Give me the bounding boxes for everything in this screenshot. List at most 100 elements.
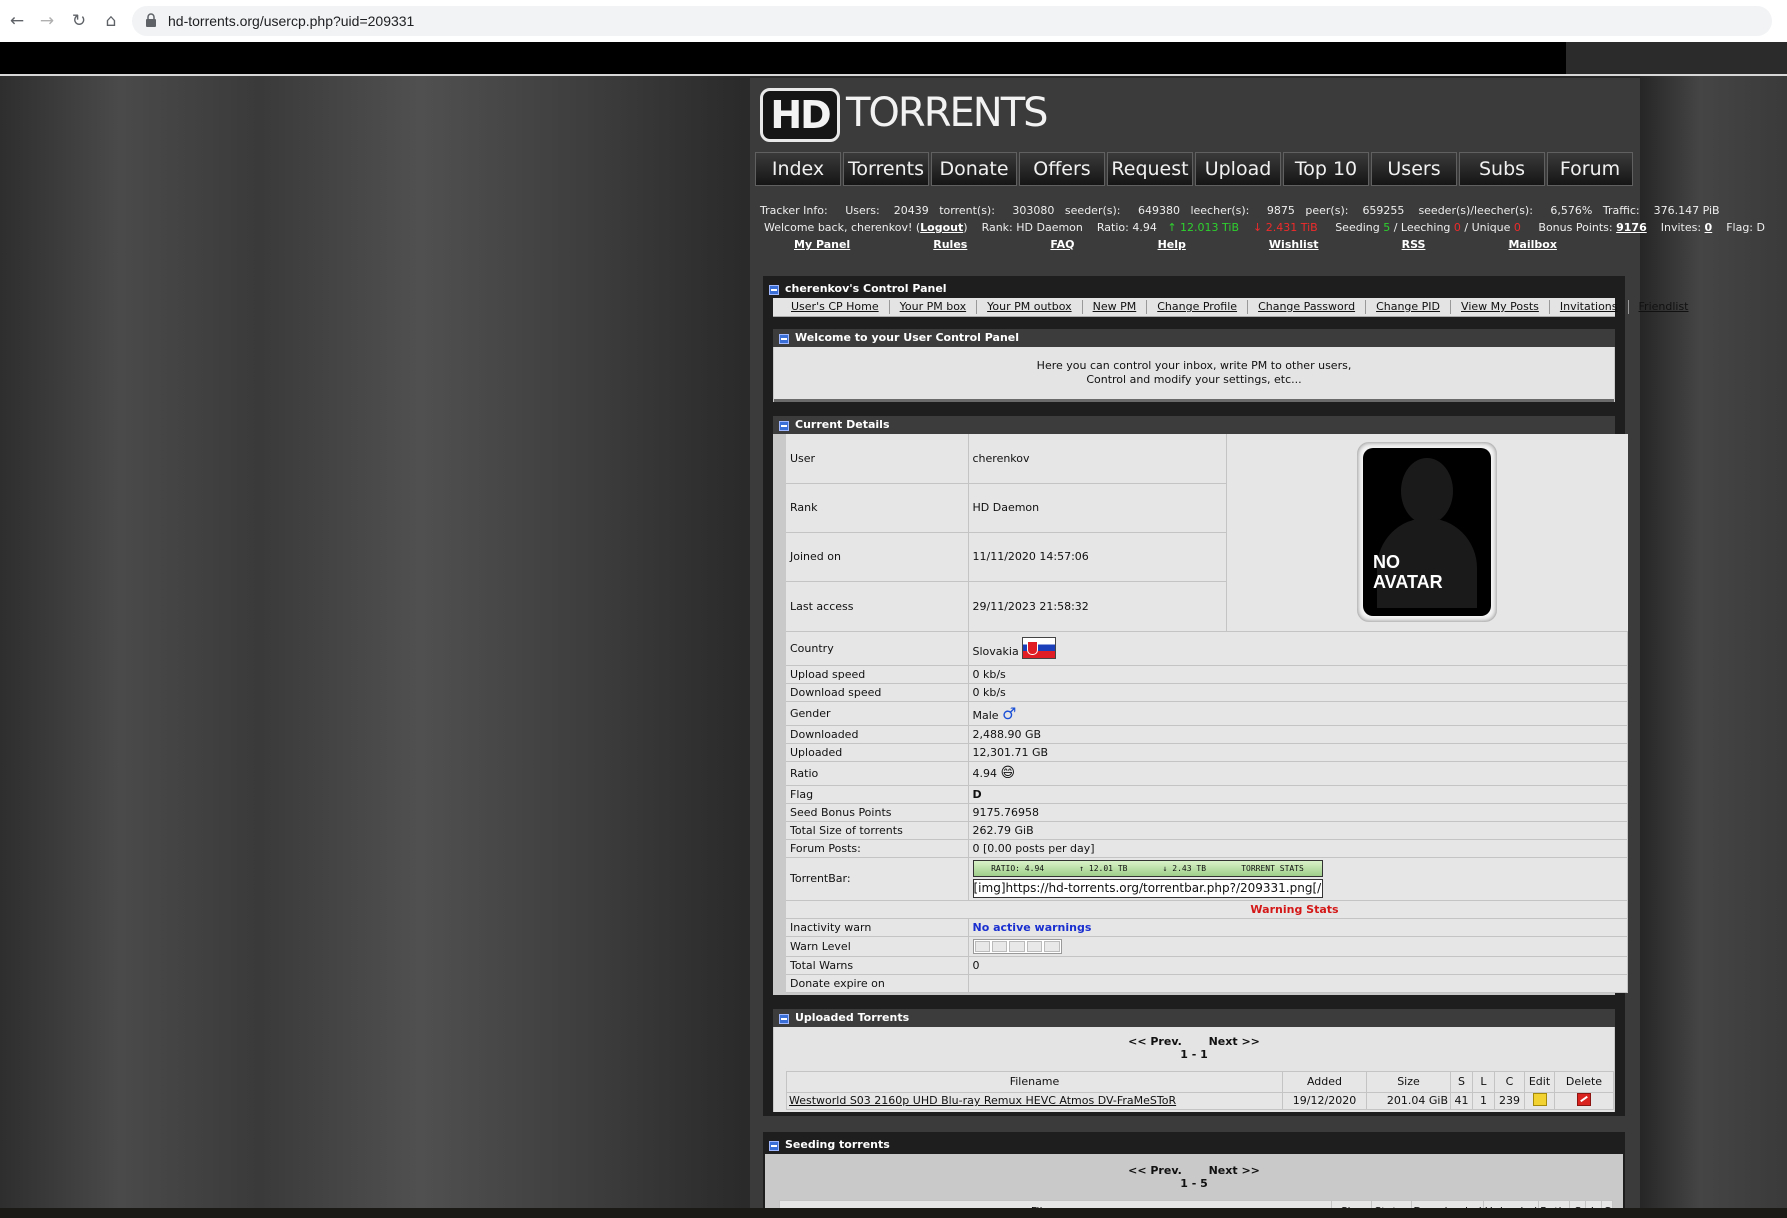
joined-value: 11/11/2020 14:57:06 <box>968 532 1227 582</box>
torrentbar-down: ↓ 2.43 TB <box>1162 863 1207 873</box>
leeching-count: 0 <box>1453 221 1461 234</box>
donate-expire-value <box>968 974 1628 993</box>
torrent-added: 19/12/2020 <box>1282 1091 1367 1110</box>
col-added[interactable]: Added <box>1282 1070 1367 1093</box>
torrent-filename-link[interactable]: Westworld S03 2160p UHD Blu-ray Remux HE… <box>786 1091 1283 1110</box>
invites-link[interactable]: 0 <box>1705 221 1713 234</box>
col-seeders[interactable]: S <box>1450 1070 1473 1093</box>
address-bar[interactable]: hd-torrents.org/usercp.php?uid=209331 <box>132 6 1772 36</box>
table-row: User cherenkov NO AVATAR <box>786 434 1628 632</box>
nav-top10[interactable]: Top 10 <box>1283 152 1369 186</box>
bottom-strip <box>0 1208 1787 1218</box>
total-warns-value: 0 <box>968 956 1628 975</box>
logo-torrents: TORRENTS <box>846 90 1049 136</box>
tab-change-password[interactable]: Change Password <box>1248 300 1367 314</box>
link-rules[interactable]: Rules <box>933 236 967 253</box>
uploaded-torrents-table: Filename Added Size S L C Edit Delete We… <box>786 1070 1614 1110</box>
nav-forum[interactable]: Forum <box>1547 152 1633 186</box>
collapse-icon[interactable] <box>779 334 789 344</box>
reload-icon[interactable]: ↻ <box>68 10 90 32</box>
torrent-completed: 239 <box>1494 1091 1525 1110</box>
table-row: Upload speed 0 kb/s <box>786 665 1628 684</box>
current-details-header[interactable]: Current Details <box>773 416 1615 434</box>
link-wishlist[interactable]: Wishlist <box>1269 236 1319 253</box>
quick-links: My Panel Rules FAQ Help Wishlist RSS Mai… <box>760 236 1635 253</box>
seeders-label: seeder(s): <box>1064 204 1121 217</box>
tab-change-profile[interactable]: Change Profile <box>1147 300 1249 314</box>
table-row: Westworld S03 2160p UHD Blu-ray Remux HE… <box>786 1091 1614 1110</box>
next-link[interactable]: Next >> <box>1209 1164 1260 1177</box>
forward-icon[interactable]: → <box>36 10 58 32</box>
torrentbar-cell: RATIO: 4.94 ↑ 12.01 TB ↓ 2.43 TB TORRENT… <box>968 857 1628 901</box>
back-icon[interactable]: ← <box>6 10 28 32</box>
table-row: Donate expire on <box>786 974 1628 993</box>
prev-link[interactable]: << Prev. <box>1128 1035 1182 1048</box>
link-mailbox[interactable]: Mailbox <box>1508 236 1556 253</box>
welcome-text: Welcome back, cherenkov! ( <box>764 221 921 234</box>
nav-torrents[interactable]: Torrents <box>843 152 929 186</box>
bonus-label: Bonus Points: <box>1538 221 1613 234</box>
logout-link[interactable]: Logout <box>920 221 963 234</box>
tab-change-pid[interactable]: Change PID <box>1366 300 1452 314</box>
next-link[interactable]: Next >> <box>1209 1035 1260 1048</box>
users-count: 20439 <box>893 204 929 217</box>
table-row: Ratio 4.94 😄 <box>786 761 1628 786</box>
url-text[interactable]: hd-torrents.org/usercp.php?uid=209331 <box>168 13 414 29</box>
nav-request[interactable]: Request <box>1107 152 1193 186</box>
seeding-pager: << Prev. Next >> 1 - 5 <box>765 1154 1623 1200</box>
table-row: Uploaded 12,301.71 GB <box>786 743 1628 762</box>
flag-label: Flag <box>786 785 969 804</box>
collapse-icon[interactable] <box>769 285 779 295</box>
bonus-link[interactable]: 9176 <box>1616 221 1647 234</box>
link-rss[interactable]: RSS <box>1402 236 1426 253</box>
col-leechers[interactable]: L <box>1472 1070 1495 1093</box>
nav-offers[interactable]: Offers <box>1019 152 1105 186</box>
welcome-box-header[interactable]: Welcome to your User Control Panel <box>773 329 1615 347</box>
tab-pm-box[interactable]: Your PM box <box>890 300 978 314</box>
tab-cp-home[interactable]: User's CP Home <box>773 300 890 314</box>
seeding-torrents-box: Seeding torrents << Prev. Next >> 1 - 5 … <box>763 1132 1625 1218</box>
col-completed[interactable]: C <box>1494 1070 1525 1093</box>
collapse-icon[interactable] <box>769 1141 779 1151</box>
forum-posts-value: 0 [0.00 posts per day] <box>968 839 1628 858</box>
tab-friendlist[interactable]: Friendlist <box>1629 300 1699 314</box>
col-filename[interactable]: Filename <box>786 1070 1283 1093</box>
link-my-panel[interactable]: My Panel <box>794 236 850 253</box>
nav-index[interactable]: Index <box>755 152 841 186</box>
control-panel-header[interactable]: cherenkov's Control Panel <box>763 280 1625 298</box>
home-icon[interactable]: ⌂ <box>100 10 122 32</box>
traffic-label: Traffic: <box>1602 204 1640 217</box>
torrentbar-code-input[interactable]: [img]https://hd-torrents.org/torrentbar.… <box>972 878 1323 898</box>
tab-view-posts[interactable]: View My Posts <box>1451 300 1550 314</box>
country-value: Slovakia <box>972 645 1019 658</box>
col-size[interactable]: Size <box>1366 1070 1451 1093</box>
col-edit: Edit <box>1524 1070 1555 1093</box>
welcome-box: Welcome to your User Control Panel Here … <box>773 329 1615 402</box>
tab-pm-outbox[interactable]: Your PM outbox <box>977 300 1083 314</box>
nav-upload[interactable]: Upload <box>1195 152 1281 186</box>
prev-link[interactable]: << Prev. <box>1128 1164 1182 1177</box>
link-help[interactable]: Help <box>1158 236 1186 253</box>
browser-toolbar: ← → ↻ ⌂ hd-torrents.org/usercp.php?uid=2… <box>0 0 1787 43</box>
nav-subs[interactable]: Subs <box>1459 152 1545 186</box>
seeding-label: Seeding <box>1335 221 1380 234</box>
avatar-text-1: NO <box>1373 552 1400 573</box>
delete-icon[interactable] <box>1577 1092 1591 1106</box>
torrentbar-label: TorrentBar: <box>786 857 969 901</box>
collapse-icon[interactable] <box>779 421 789 431</box>
tab-invitations[interactable]: Invitations <box>1550 300 1629 314</box>
link-faq[interactable]: FAQ <box>1050 236 1074 253</box>
edit-icon[interactable] <box>1532 1092 1547 1106</box>
ratio-label: Ratio <box>786 761 969 786</box>
uploaded-torrents-header[interactable]: Uploaded Torrents <box>773 1008 1615 1027</box>
table-row: TorrentBar: RATIO: 4.94 ↑ 12.01 TB ↓ 2.4… <box>786 857 1628 901</box>
nav-users[interactable]: Users <box>1371 152 1457 186</box>
nav-donate[interactable]: Donate <box>931 152 1017 186</box>
tab-new-pm[interactable]: New PM <box>1083 300 1148 314</box>
collapse-icon[interactable] <box>779 1013 789 1024</box>
seeding-count: 5 <box>1383 221 1391 234</box>
peers-count: 659255 <box>1362 204 1405 217</box>
uploaded-torrents-title: Uploaded Torrents <box>795 1010 910 1024</box>
control-panel-title: cherenkov's Control Panel <box>785 282 947 295</box>
seeding-torrents-header[interactable]: Seeding torrents <box>763 1136 1625 1154</box>
